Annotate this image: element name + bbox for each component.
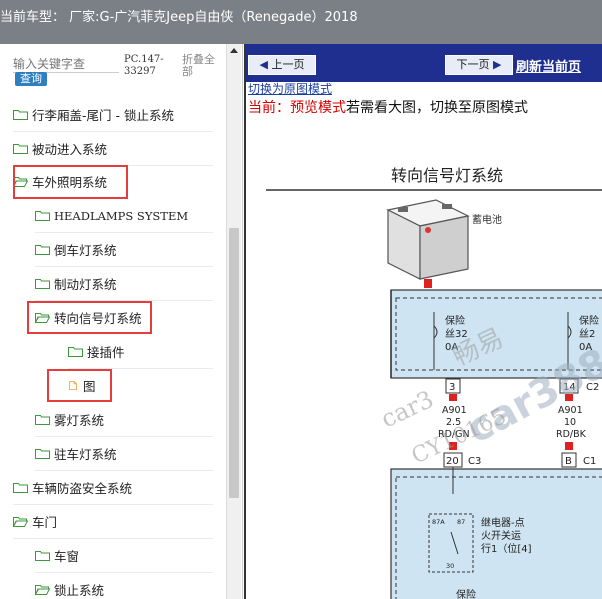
next-page-label: 下一页 <box>456 58 490 71</box>
connector-c1: C1 <box>583 456 596 467</box>
fuse1-line1: 保险 <box>445 314 465 327</box>
mode-status-suffix: 若需看大图，切换至原图模式 <box>346 100 528 116</box>
tree-item-label: 车辆防盗安全系统 <box>32 481 133 496</box>
wire2-gauge: 10 <box>564 417 576 428</box>
folder-icon <box>13 483 28 493</box>
folder-open-icon <box>35 312 50 323</box>
prev-page-label: 上一页 <box>271 58 305 71</box>
tree-item-label: 转向信号灯系统 <box>54 310 142 326</box>
relay-label-3: 行1（位[4] <box>481 542 532 555</box>
tree-item-exterior-lighting[interactable]: 车外照明系统 <box>13 165 128 199</box>
fuse-bottom-label: 保险 <box>456 588 476 599</box>
tree-item-parking-lamps[interactable]: 驻车灯系统 <box>35 437 213 471</box>
diagram-title: 转向信号灯系统 <box>391 166 503 185</box>
tree-item-label: 被动进入系统 <box>32 142 108 157</box>
tree-item-connectors[interactable]: 接插件 <box>68 335 213 369</box>
sidebar: 查询 PC.147-33297 折叠全部 行李厢盖-尾门 - 锁止系统 被动进入… <box>0 44 243 599</box>
prev-page-button[interactable]: ◀ 上一页 <box>248 55 316 75</box>
scroll-up-arrow-icon[interactable] <box>230 48 238 53</box>
battery-label: 蓄电池 <box>472 213 502 226</box>
folder-icon <box>35 551 50 561</box>
folder-icon <box>35 279 50 289</box>
tree-item-label: 图 <box>83 378 96 394</box>
mode-status-line: 当前：预览模式若需看大图，切换至原图模式 <box>248 97 528 117</box>
wire2-color: RD/BK <box>556 429 587 440</box>
search-input[interactable] <box>13 56 119 73</box>
switch-original-mode-link[interactable]: 切换为原图模式 <box>248 80 332 97</box>
connector-c3: C3 <box>468 456 481 467</box>
tree-item-reverse-lamps[interactable]: 倒车灯系统 <box>35 233 213 267</box>
tree-item-trunk-lock[interactable]: 行李厢盖-尾门 - 锁止系统 <box>13 98 213 132</box>
relay-label-2: 火开关运 <box>481 529 521 542</box>
refresh-page-link[interactable]: 刷新当前页 <box>516 56 581 75</box>
content-panel: ◀ 上一页 下一页 ▶ 刷新当前页 切换为原图模式 当前：预览模式若需看大图，切… <box>244 44 602 599</box>
window-header: 当前车型： 厂家:G-广汽菲克Jeep自由侠（Renegade）2018 <box>0 0 602 44</box>
arrow-right-icon: ▶ <box>493 58 502 71</box>
fold-all-button[interactable]: 折叠全部 <box>182 54 222 78</box>
page-navbar: ◀ 上一页 下一页 ▶ 刷新当前页 <box>246 44 602 82</box>
tree-item-label: 行李厢盖-尾门 - 锁止系统 <box>32 108 174 123</box>
wire-mark-4 <box>565 442 573 450</box>
folder-icon <box>35 415 50 425</box>
tree-item-label: 车窗 <box>54 549 80 564</box>
tree-item-label: 制动灯系统 <box>54 277 117 292</box>
relay-pin-30: 30 <box>446 562 454 570</box>
fuse2-line1: 保险 <box>579 314 599 327</box>
folder-icon <box>35 245 50 255</box>
tree-item-label: 驻车灯系统 <box>54 447 117 462</box>
folder-icon <box>13 144 28 154</box>
tree-item-label: 车外照明系统 <box>32 175 108 190</box>
relay-label-1: 继电器-点 <box>481 516 525 529</box>
folder-icon <box>68 347 83 357</box>
relay-pin-87: 87 <box>457 518 465 526</box>
mode-status-prefix: 当前：预览模式 <box>248 100 346 116</box>
tree-item-headlamps[interactable]: HEADLAMPS SYSTEM <box>35 199 213 233</box>
folder-open-icon <box>13 177 28 187</box>
tree-item-doors[interactable]: 车门 <box>13 505 213 539</box>
tree-item-fog-lamps[interactable]: 雾灯系统 <box>35 403 213 437</box>
tree-item-label: HEADLAMPS SYSTEM <box>54 208 189 223</box>
vehicle-model-title: 当前车型： 厂家:G-广汽菲克Jeep自由侠（Renegade）2018 <box>0 10 358 25</box>
tree-item-diagram[interactable]: 图 <box>47 369 112 402</box>
tree-item-turn-signal[interactable]: 转向信号灯系统 <box>27 301 152 334</box>
battery-icon <box>386 199 470 284</box>
folder-icon <box>35 449 50 459</box>
tree-item-anti-theft[interactable]: 车辆防盗安全系统 <box>13 471 213 505</box>
scroll-thumb[interactable] <box>229 228 239 498</box>
tree-item-label: 锁止系统 <box>54 583 105 598</box>
tree-item-lock-system[interactable]: 锁止系统 <box>35 573 213 599</box>
relay-pin-87a: 87A <box>432 518 445 526</box>
tree-item-windows[interactable]: 车窗 <box>35 539 213 573</box>
document-icon <box>69 380 77 390</box>
tree-item-label: 雾灯系统 <box>54 413 105 428</box>
sidebar-scrollbar[interactable] <box>226 44 241 599</box>
wire-mark-1 <box>449 394 457 401</box>
wiring-diagram: 转向信号灯系统 蓄电池 保险 丝32 0A 保险 丝2 0A 3 14 C2 A… <box>266 166 602 599</box>
tree-item-passive-entry[interactable]: 被动进入系统 <box>13 132 213 166</box>
pin-1: 3 <box>449 382 455 393</box>
next-page-button[interactable]: 下一页 ▶ <box>445 55 513 75</box>
folder-icon <box>35 211 50 221</box>
pin-4: B <box>565 456 572 467</box>
tree-item-label: 车门 <box>32 515 58 530</box>
pc-code: PC.147-33297 <box>124 54 164 77</box>
tree-item-brake-lamps[interactable]: 制动灯系统 <box>35 267 213 301</box>
arrow-left-icon: ◀ <box>259 58 268 71</box>
fuse2-line2: 丝2 <box>579 328 595 340</box>
battery-terminal <box>424 279 432 288</box>
tree-item-label: 倒车灯系统 <box>54 243 117 258</box>
folder-icon <box>13 110 28 120</box>
tree-item-label: 接插件 <box>87 345 125 360</box>
folder-open-icon <box>35 585 50 595</box>
search-row: 查询 PC.147-33297 折叠全部 <box>0 44 230 96</box>
search-button[interactable]: 查询 <box>15 72 47 86</box>
folder-open-icon <box>13 517 28 527</box>
pin-3: 20 <box>446 456 459 467</box>
watermark-3: car3 <box>377 385 438 433</box>
